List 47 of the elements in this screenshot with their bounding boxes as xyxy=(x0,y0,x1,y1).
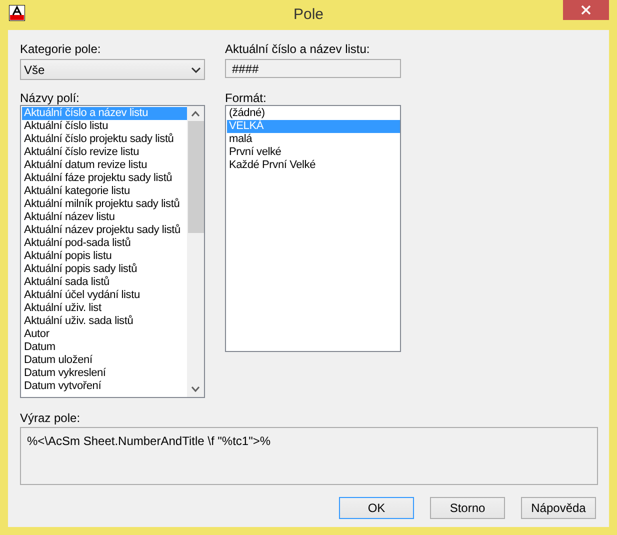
list-item[interactable]: Aktuální číslo listu xyxy=(22,120,187,133)
field-label: Kategorie pole: xyxy=(20,41,102,58)
dialog-button[interactable]: OK xyxy=(339,497,414,519)
list-item[interactable]: Aktuální popis listu xyxy=(22,250,187,263)
list-item[interactable]: Aktuální kategorie listu xyxy=(22,185,187,198)
list-item[interactable]: Autor xyxy=(22,328,187,341)
scroll-up-icon[interactable] xyxy=(191,111,200,117)
close-button[interactable] xyxy=(563,0,609,20)
scroll-down-icon[interactable] xyxy=(191,386,200,392)
list-item[interactable]: Aktuální sada listů xyxy=(22,276,187,289)
list-item[interactable]: Aktuální název listu xyxy=(22,211,187,224)
list-item[interactable]: Aktuální uživ. sada listů xyxy=(22,315,187,328)
dialog-button[interactable]: Nápověda xyxy=(521,497,596,519)
field-label: Formát: xyxy=(225,90,268,105)
list-item[interactable]: Aktuální pod-sada listů xyxy=(22,237,187,250)
chevron-down-icon xyxy=(191,66,201,72)
field-label: Výraz pole: xyxy=(20,410,82,427)
list-item[interactable]: Datum vytvoření xyxy=(22,380,187,393)
expression-field[interactable]: %<\AcSm Sheet.NumberAndTitle \f "%tc1">% xyxy=(20,427,598,485)
close-icon xyxy=(581,5,591,15)
list-item[interactable]: Aktuální fáze projektu sady listů xyxy=(22,172,187,185)
list-item[interactable]: (žádné) xyxy=(227,107,400,120)
list-box[interactable] xyxy=(20,105,205,398)
window-title: Pole xyxy=(293,4,324,25)
list-item[interactable]: Aktuální účel vydání listu xyxy=(22,289,187,302)
scroll-thumb[interactable] xyxy=(188,121,204,233)
list-item[interactable]: Datum uložení xyxy=(22,354,187,367)
dialog-button[interactable]: Storno xyxy=(430,497,505,519)
app-icon xyxy=(9,5,25,21)
list-item[interactable]: Aktuální uživ. list xyxy=(22,302,187,315)
list-item[interactable]: Aktuální číslo projektu sady listů xyxy=(22,133,187,146)
list-item[interactable]: Aktuální popis sady listů xyxy=(22,263,187,276)
field-label: Aktuální číslo a název listu: xyxy=(225,41,371,58)
list-item[interactable]: Aktuální název projektu sady listů xyxy=(22,224,187,237)
list-item[interactable]: Aktuální datum revize listu xyxy=(22,159,187,172)
list-item[interactable]: Aktuální číslo revize listu xyxy=(22,146,187,159)
scrollbar[interactable] xyxy=(187,106,204,397)
list-item[interactable]: Každé První Velké xyxy=(227,159,400,172)
list-box[interactable]: (žádné) VELKÁ malá První velké Každé První Velké xyxy=(225,105,401,352)
field-label: Názvy polí: xyxy=(20,90,80,105)
category-dropdown[interactable]: Vše xyxy=(20,59,205,80)
list-item[interactable]: Datum vykreslení xyxy=(22,367,187,380)
value-field: #### xyxy=(225,59,401,78)
list-item[interactable]: Aktuální milník projektu sady listů xyxy=(22,198,187,211)
list-item[interactable]: První velké xyxy=(227,146,400,159)
list-item[interactable]: Datum xyxy=(22,341,187,354)
list-item[interactable]: malá xyxy=(227,133,400,146)
